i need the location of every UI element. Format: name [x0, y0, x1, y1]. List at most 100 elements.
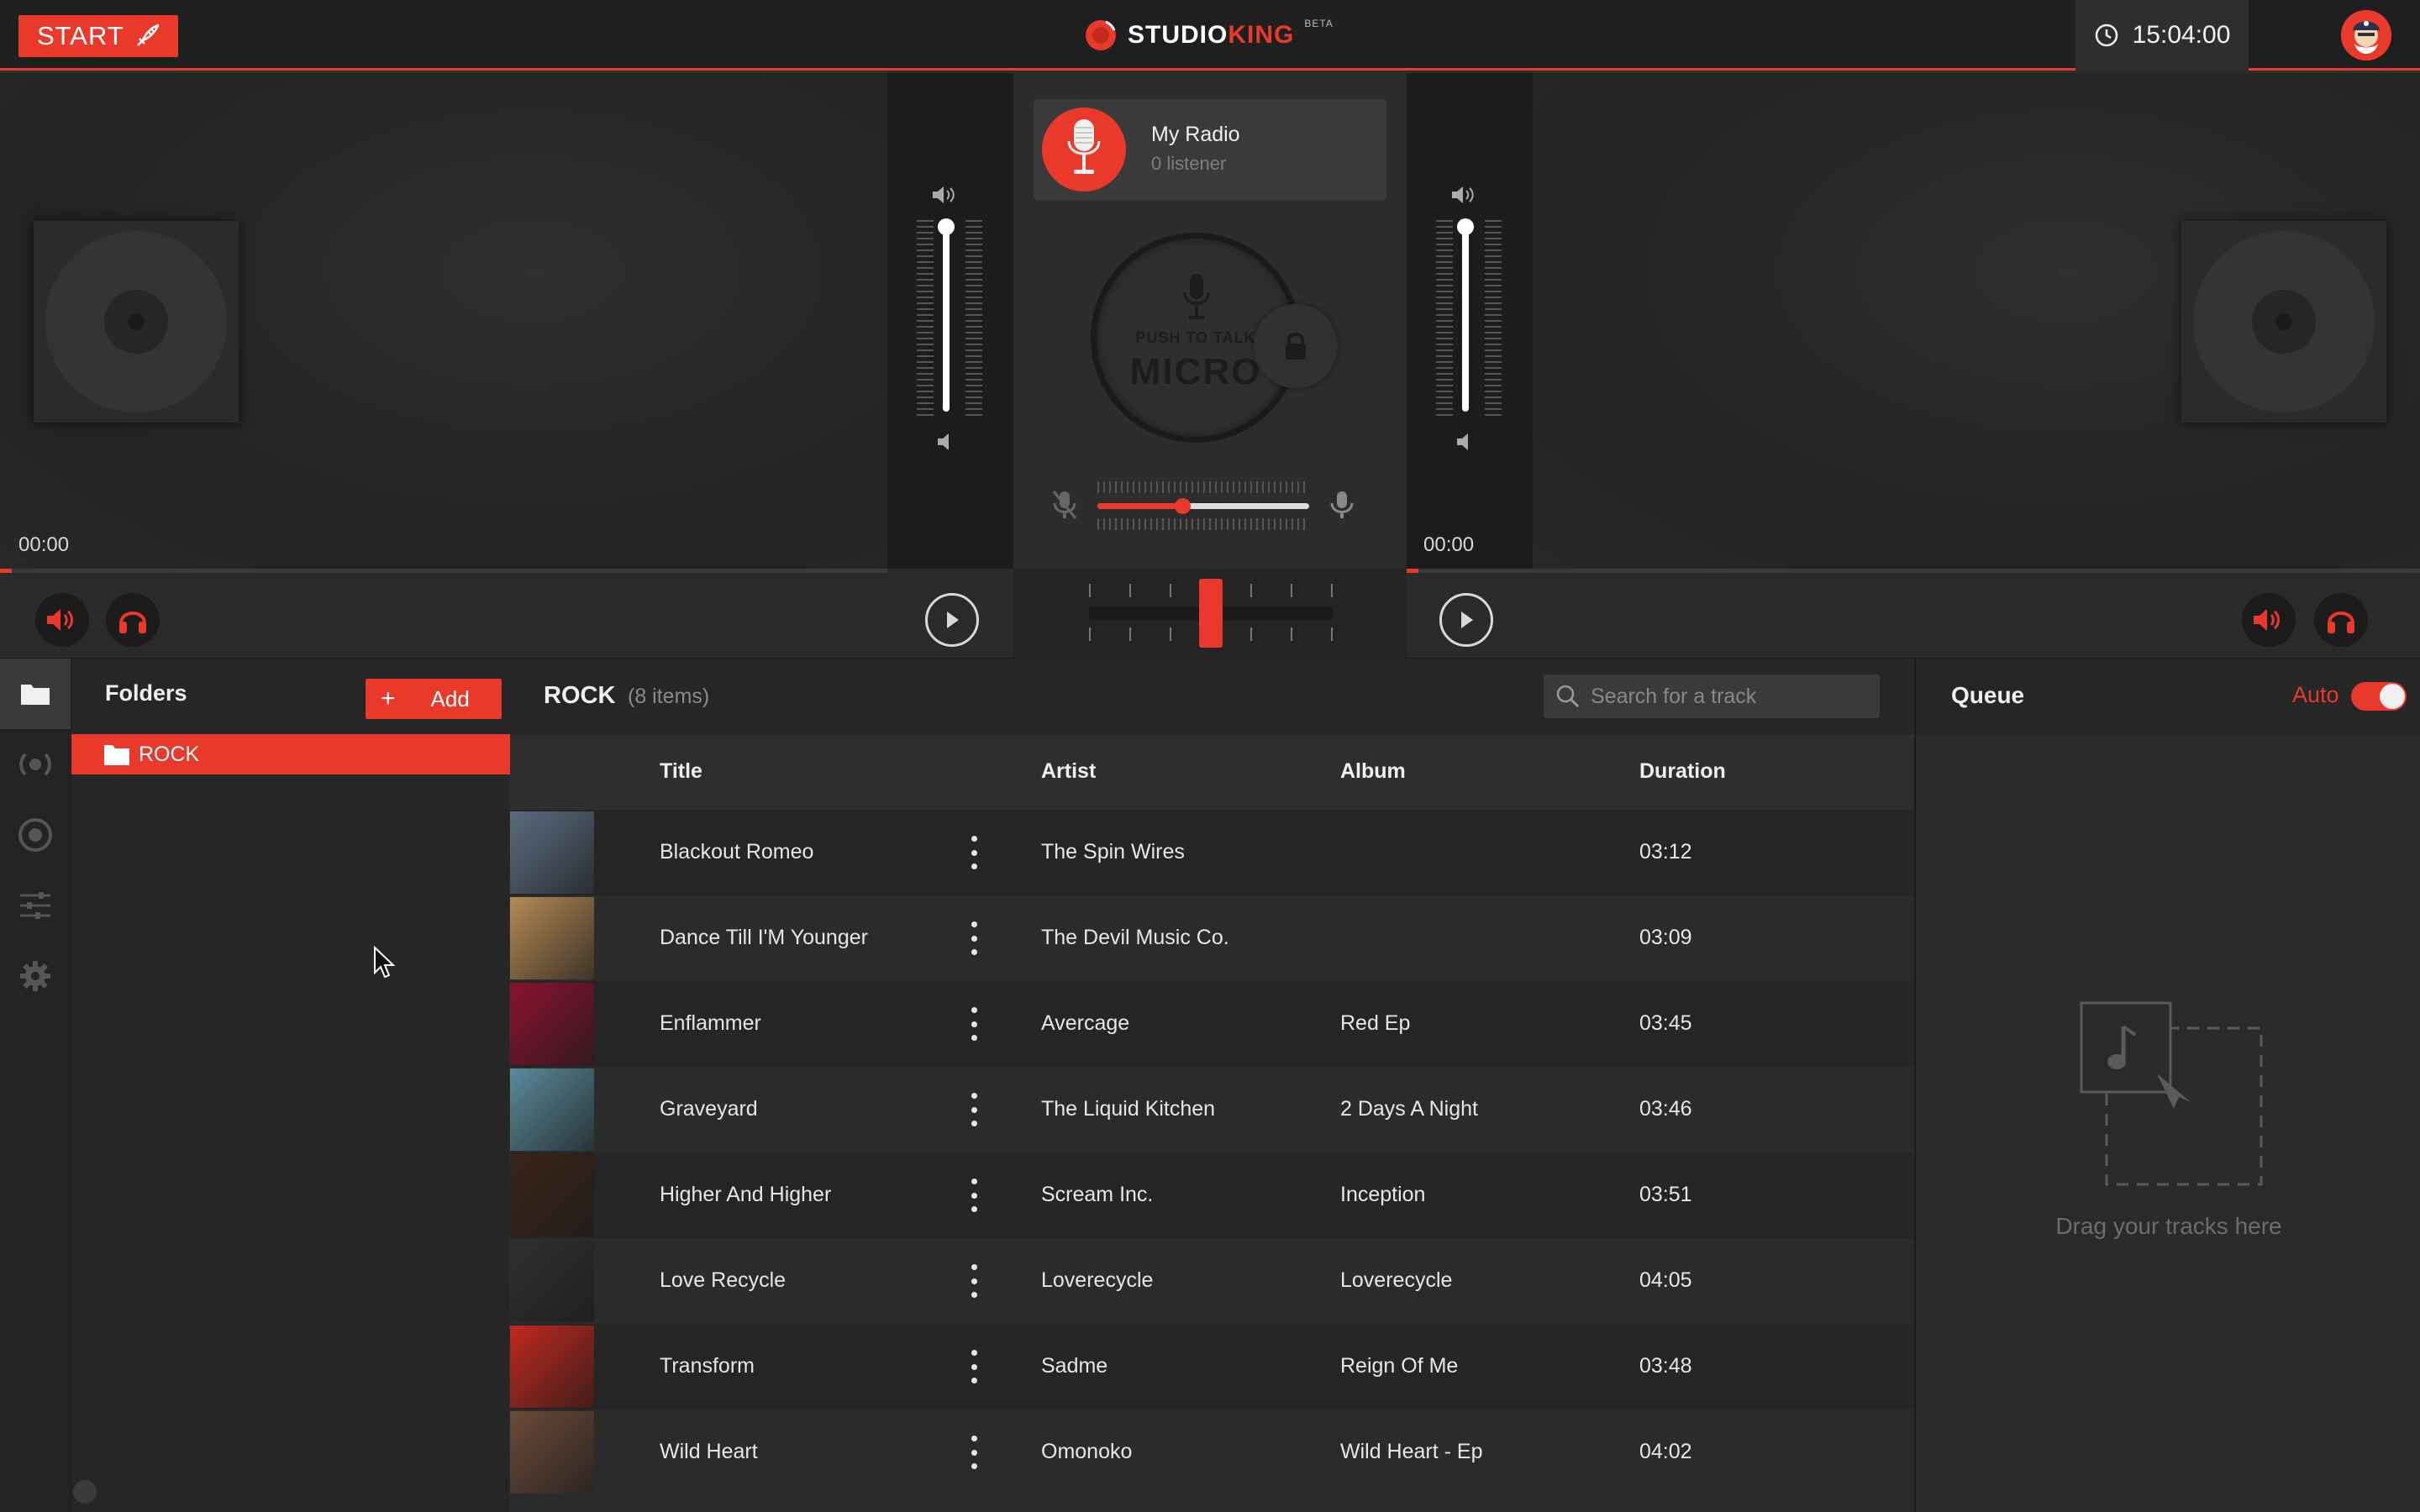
- more-options-icon[interactable]: [967, 1179, 981, 1212]
- left-deck-progress[interactable]: [0, 569, 887, 573]
- drag-drop-icon: [2080, 1001, 2263, 1186]
- play-icon: [947, 612, 959, 628]
- table-row[interactable]: Love Recycle Loverecycle Loverecycle 04:05: [510, 1238, 1913, 1324]
- folder-icon: [21, 685, 50, 705]
- more-options-icon[interactable]: [967, 1350, 981, 1383]
- right-volume-knob[interactable]: [1457, 218, 1474, 235]
- album-cover: [510, 811, 594, 894]
- left-play-button[interactable]: [925, 593, 979, 647]
- track-artist: The Liquid Kitchen: [1041, 1097, 1216, 1121]
- right-headphones-button[interactable]: [2314, 593, 2368, 647]
- more-options-icon[interactable]: [967, 1007, 981, 1041]
- volume-up-icon: [933, 186, 955, 203]
- radio-name: My Radio: [1151, 123, 1240, 146]
- table-row[interactable]: Transform Sadme Reign Of Me 03:48: [510, 1324, 1913, 1410]
- right-volume-strip: 00:00: [1407, 73, 1533, 569]
- mic-level-knob[interactable]: [1174, 498, 1191, 514]
- table-row[interactable]: Higher And Higher Scream Inc. Inception 03:…: [510, 1152, 1913, 1238]
- track-duration: 03:46: [1639, 1097, 1692, 1121]
- sidebar-item-broadcast[interactable]: [0, 729, 71, 800]
- track-artist: Sadme: [1041, 1354, 1108, 1378]
- playlist-count: (8 items): [628, 685, 710, 708]
- more-options-icon[interactable]: [967, 1436, 981, 1469]
- column-duration[interactable]: Duration: [1639, 759, 1726, 784]
- track-duration: 03:48: [1639, 1354, 1692, 1378]
- track-title: Love Recycle: [660, 1268, 786, 1292]
- speaker-icon: [47, 609, 73, 631]
- lock-button[interactable]: [1254, 304, 1338, 388]
- right-vol-ticks-left: [1436, 220, 1453, 420]
- track-artist: Omonoko: [1041, 1440, 1133, 1463]
- left-volume-strip: [887, 73, 1013, 569]
- queue-empty-text: Drag your tracks here: [2055, 1213, 2282, 1239]
- table-row[interactable]: Blackout Romeo The Spin Wires 03:12: [510, 810, 1913, 895]
- auto-label: Auto: [2292, 682, 2339, 707]
- user-avatar[interactable]: [2341, 10, 2391, 60]
- search-input[interactable]: [1591, 684, 1868, 709]
- sidebar-item-settings[interactable]: [0, 941, 71, 1011]
- search-box[interactable]: [1544, 675, 1880, 718]
- folder-item-rock[interactable]: ROCK: [71, 734, 510, 774]
- right-speaker-button[interactable]: [2242, 593, 2296, 647]
- scroll-indicator[interactable]: [73, 1480, 97, 1504]
- album-cover: [510, 1240, 594, 1322]
- table-row[interactable]: Enflammer Avercage Red Ep 03:45: [510, 981, 1913, 1067]
- track-title: Higher And Higher: [660, 1183, 832, 1206]
- left-volume-knob[interactable]: [938, 218, 955, 235]
- start-button[interactable]: START: [18, 15, 178, 57]
- right-deck: [1533, 73, 2420, 569]
- tracks-header: ROCK (8 items): [510, 659, 1913, 734]
- track-title: Transform: [660, 1354, 755, 1378]
- more-options-icon[interactable]: [967, 1264, 981, 1298]
- more-options-icon[interactable]: [967, 1093, 981, 1126]
- left-volume-slider[interactable]: [943, 223, 950, 412]
- track-title: Wild Heart: [660, 1440, 758, 1463]
- album-cover: [510, 1326, 594, 1408]
- sliders-icon: [20, 892, 50, 919]
- left-headphones-button[interactable]: [106, 593, 160, 647]
- record-icon: [18, 818, 52, 852]
- headphones-icon: [2328, 612, 2354, 633]
- right-volume-slider[interactable]: [1462, 223, 1469, 412]
- avatar-icon: [2341, 10, 2391, 60]
- mic-ticks-top: [1097, 481, 1309, 493]
- more-options-icon[interactable]: [967, 836, 981, 869]
- column-artist[interactable]: Artist: [1041, 759, 1096, 784]
- table-row[interactable]: Graveyard The Liquid Kitchen 2 Days A Nigh…: [510, 1067, 1913, 1152]
- beta-badge: BETA: [1304, 18, 1334, 29]
- table-row[interactable]: Dance Till I'M Younger The Devil Music Co…: [510, 895, 1913, 981]
- add-folder-button[interactable]: + Add: [366, 679, 502, 719]
- folder-icon: [104, 745, 129, 765]
- right-play-button[interactable]: [1439, 593, 1493, 647]
- mic-on-icon[interactable]: [1329, 488, 1355, 522]
- column-album[interactable]: Album: [1340, 759, 1406, 784]
- column-title[interactable]: Title: [660, 759, 702, 784]
- table-row[interactable]: Wild Heart Omonoko Wild Heart - Ep 04:02: [510, 1410, 1913, 1495]
- right-deck-progress[interactable]: [1407, 569, 2420, 573]
- broadcast-icon: [19, 753, 51, 776]
- search-icon: [1556, 685, 1580, 708]
- crossfader-knob[interactable]: [1199, 579, 1223, 648]
- radio-listeners: 0 listener: [1151, 153, 1227, 174]
- right-vinyl: [2193, 231, 2375, 412]
- sidebar-item-mixer[interactable]: [0, 870, 71, 941]
- rocket-icon: [137, 24, 160, 46]
- clock-icon: [2095, 24, 2118, 47]
- studioking-logo: STUDIOKING BETA: [1084, 17, 1334, 54]
- radio-card[interactable]: My Radio 0 listener: [1034, 99, 1386, 200]
- left-deck-time: 00:00: [18, 533, 70, 556]
- more-options-icon[interactable]: [967, 921, 981, 955]
- album-cover: [510, 897, 594, 979]
- mic-mute-icon[interactable]: [1050, 488, 1079, 522]
- headphones-icon: [119, 612, 146, 633]
- album-cover: [510, 1411, 594, 1494]
- sidebar-item-record[interactable]: [0, 800, 71, 870]
- left-speaker-button[interactable]: [35, 593, 89, 647]
- sidebar-item-folders[interactable]: [0, 659, 71, 729]
- auto-toggle[interactable]: [2351, 682, 2407, 711]
- mic-level-slider[interactable]: [1097, 498, 1309, 514]
- right-deck-time: 00:00: [1423, 533, 1475, 556]
- left-vol-ticks-left: [917, 220, 934, 420]
- track-duration: 04:05: [1639, 1268, 1692, 1292]
- track-duration: 03:09: [1639, 926, 1692, 949]
